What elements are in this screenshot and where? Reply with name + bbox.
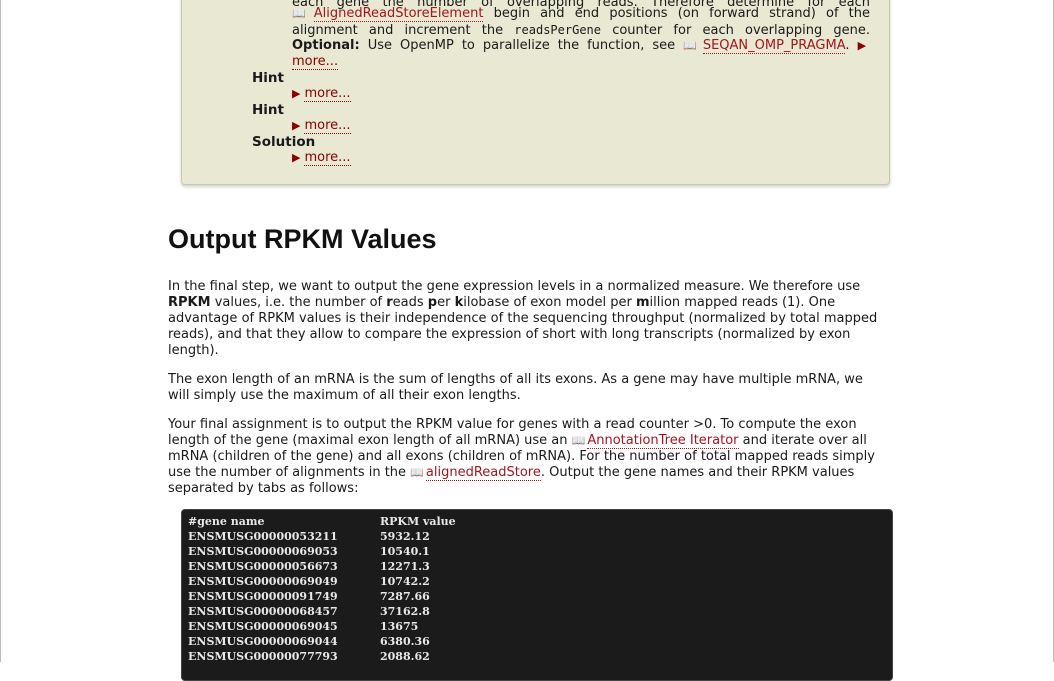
hint-label: Hint — [252, 70, 284, 86]
more-expander[interactable]: ▶ — [858, 38, 870, 53]
code-header-gene: #gene name — [188, 515, 265, 528]
paragraph-line: The exon length of an mRNA is the sum of… — [168, 372, 863, 387]
hint-more-link[interactable]: ▶ more... — [292, 118, 351, 134]
reads-per-gene-code: readsPerGene — [514, 23, 601, 37]
paragraph-line: length of the gene (maximal exon length … — [168, 433, 867, 449]
paragraph-line: will simply use the maximum of all their… — [168, 388, 521, 403]
assignment-line: alignment and increment the readsPerGene… — [292, 23, 871, 38]
triangle-right-icon: ▶ — [292, 87, 301, 100]
paragraph-line: advantage of RPKM values is their indepe… — [168, 311, 878, 326]
code-row: ENSMUSG00000069053 10540.1 — [188, 545, 430, 558]
paragraph-line: mRNA (children of the gene) and all exon… — [168, 449, 875, 464]
paragraph-line: Your final assignment is to output the R… — [168, 417, 857, 432]
triangle-right-icon: ▶ — [857, 39, 867, 52]
seqan-omp-pragma-link[interactable]: SEQAN_OMP_PRAGMA — [702, 38, 846, 54]
assignment-line: 📖 AlignedReadStoreElement begin and end p… — [292, 6, 871, 22]
assignment-line: Optional: Use OpenMP to parallelize the … — [292, 38, 870, 54]
hint-label: Hint — [252, 102, 284, 118]
paragraph-line: reads), and that they allow to compare t… — [168, 327, 851, 342]
book-icon: 📖 — [292, 7, 312, 20]
code-header-rpkm: RPKM value — [380, 515, 456, 528]
book-icon: 📖 — [683, 39, 701, 52]
window-border-left — [0, 0, 1, 662]
solution-more-link[interactable]: ▶ more... — [292, 150, 351, 166]
code-row: ENSMUSG00000069044 6380.36 — [188, 635, 430, 648]
book-icon: 📖 — [410, 466, 424, 479]
code-header-row: #gene name RPKM value — [188, 514, 456, 529]
annotation-tree-iterator-link[interactable]: AnnotationTree Iterator — [587, 433, 739, 449]
paragraph-line: length). — [168, 343, 219, 358]
book-icon: 📖 — [571, 434, 586, 447]
aligned-read-store-link[interactable]: alignedReadStore — [425, 465, 541, 481]
hint-more-link[interactable]: ▶ more... — [292, 86, 351, 102]
triangle-right-icon: ▶ — [292, 119, 301, 132]
code-row: ENSMUSG00000069049 10742.2 — [188, 575, 430, 588]
paragraph-line: In the final step, we want to output the… — [168, 279, 861, 294]
paragraph-line: use the number of alignments in the 📖 ali… — [168, 465, 855, 481]
paragraph-line: separated by tabs as follows: — [168, 481, 359, 496]
aligned-read-store-element-link[interactable]: AlignedReadStoreElement — [313, 6, 484, 22]
more-link[interactable]: more... — [292, 54, 339, 70]
solution-label: Solution — [252, 134, 316, 150]
code-row: ENSMUSG00000056673 12271.3 — [188, 560, 430, 573]
paragraph-line: RPKM values, i.e. the number of reads pe… — [168, 295, 836, 310]
triangle-right-icon: ▶ — [292, 151, 301, 164]
code-row: ENSMUSG00000069045 13675 — [188, 620, 419, 633]
code-row: ENSMUSG00000053211 5932.12 — [188, 530, 430, 543]
section-title: Output RPKM Values — [168, 224, 437, 254]
code-row: ENSMUSG00000091749 7287.66 — [188, 590, 430, 603]
code-row: ENSMUSG00000068457 37162.8 — [188, 605, 430, 618]
